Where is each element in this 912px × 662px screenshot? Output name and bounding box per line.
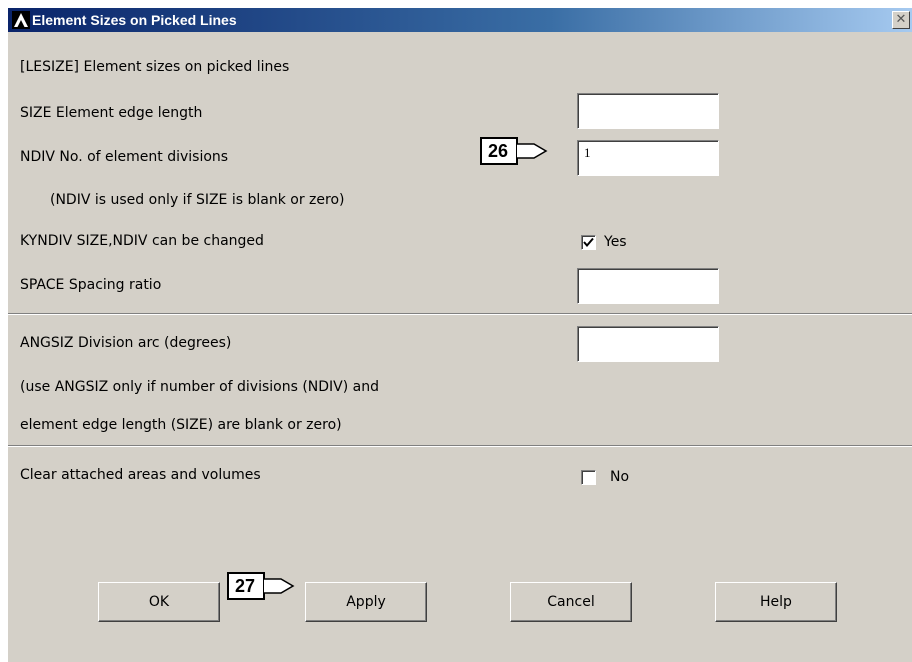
- cancel-button[interactable]: Cancel: [510, 582, 632, 622]
- clear-checkbox[interactable]: [581, 470, 596, 485]
- angsiz-note-2: element edge length (SIZE) are blank or …: [20, 417, 342, 433]
- step-27-number: 27: [234, 576, 256, 596]
- size-label: SIZE Element edge length: [20, 105, 203, 121]
- ok-button[interactable]: OK: [98, 582, 220, 622]
- angsiz-note-1: (use ANGSIZ only if number of divisions …: [20, 379, 380, 395]
- step-26-number: 26: [487, 141, 509, 161]
- step-27-callout: 27: [227, 572, 303, 600]
- window-title: Element Sizes on Picked Lines: [32, 12, 237, 28]
- angsiz-label: ANGSIZ Division arc (degrees): [20, 335, 232, 351]
- size-input[interactable]: [577, 93, 719, 129]
- ndiv-input[interactable]: 1: [577, 140, 719, 176]
- title-bar[interactable]: Element Sizes on Picked Lines ✕: [8, 8, 912, 32]
- dialog-window: Element Sizes on Picked Lines ✕ [LESIZE]…: [8, 8, 912, 662]
- kyndiv-checkbox[interactable]: [581, 235, 596, 250]
- apply-button[interactable]: Apply: [305, 582, 427, 622]
- clear-label: Clear attached areas and volumes: [20, 467, 261, 483]
- space-label: SPACE Spacing ratio: [20, 277, 162, 293]
- step-26-callout: 26: [480, 137, 556, 165]
- ndiv-label: NDIV No. of element divisions: [20, 149, 229, 165]
- angsiz-input[interactable]: [577, 326, 719, 362]
- kyndiv-label: KYNDIV SIZE,NDIV can be changed: [20, 233, 264, 249]
- ndiv-note: (NDIV is used only if SIZE is blank or z…: [50, 192, 345, 208]
- help-button[interactable]: Help: [715, 582, 837, 622]
- separator-2: [8, 445, 912, 447]
- close-icon[interactable]: ✕: [892, 11, 910, 29]
- ansys-logo-icon: [12, 11, 30, 29]
- separator-1: [8, 313, 912, 315]
- space-input[interactable]: [577, 268, 719, 304]
- header-text: [LESIZE] Element sizes on picked lines: [20, 59, 290, 75]
- clear-checkbox-label[interactable]: No: [610, 468, 629, 486]
- kyndiv-checkbox-label[interactable]: Yes: [604, 233, 627, 251]
